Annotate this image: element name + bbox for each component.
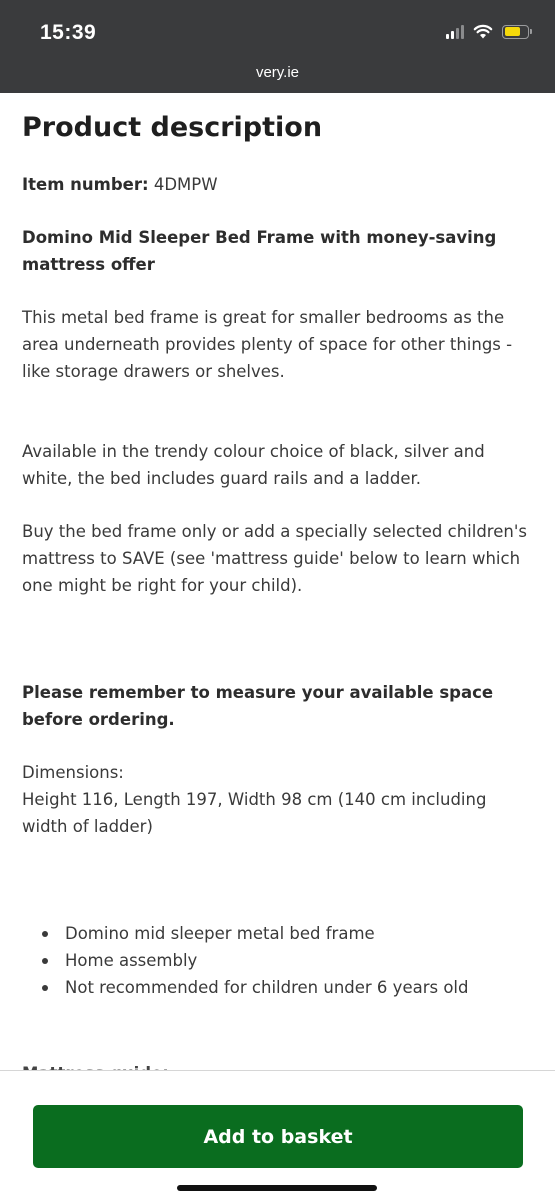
status-time: 15:39 (40, 21, 97, 44)
item-number-label: Item number: (22, 175, 149, 194)
item-number-value: 4DMPW (153, 175, 218, 194)
feature-list: Domino mid sleeper metal bed frame Home … (40, 920, 537, 1001)
mattress-guide-heading: Mattress guide: (22, 1060, 169, 1070)
bottom-action-bar: Add to basket (0, 1070, 555, 1200)
product-description: Product description Item number: 4DMPW D… (22, 111, 537, 1001)
home-indicator[interactable] (177, 1185, 377, 1191)
product-name: Domino Mid Sleeper Bed Frame with money-… (22, 228, 497, 274)
list-item: Domino mid sleeper metal bed frame (40, 920, 537, 947)
list-item: Home assembly (40, 947, 537, 974)
status-bar: 15:39 very.ie (0, 0, 555, 93)
status-icons (446, 24, 532, 39)
list-item: Not recommended for children under 6 yea… (40, 974, 537, 1001)
signal-icon (446, 24, 464, 39)
page-title: Product description (22, 112, 323, 143)
description-paragraph: This metal bed frame is great for smalle… (22, 308, 513, 381)
battery-icon (502, 24, 532, 39)
dimensions: Dimensions: Height 116, Length 197, Widt… (22, 759, 537, 840)
description-paragraph: Buy the bed frame only or add a speciall… (22, 522, 527, 595)
add-to-basket-button[interactable]: Add to basket (33, 1105, 523, 1168)
wifi-icon (473, 24, 493, 39)
description-paragraph: Available in the trendy colour choice of… (22, 442, 485, 488)
measure-note: Please remember to measure your availabl… (22, 683, 494, 729)
url-label[interactable]: very.ie (0, 64, 555, 81)
dimensions-value: Height 116, Length 197, Width 98 cm (140… (22, 790, 487, 836)
item-number: Item number: 4DMPW (22, 171, 537, 198)
dimensions-label: Dimensions: (22, 763, 124, 782)
